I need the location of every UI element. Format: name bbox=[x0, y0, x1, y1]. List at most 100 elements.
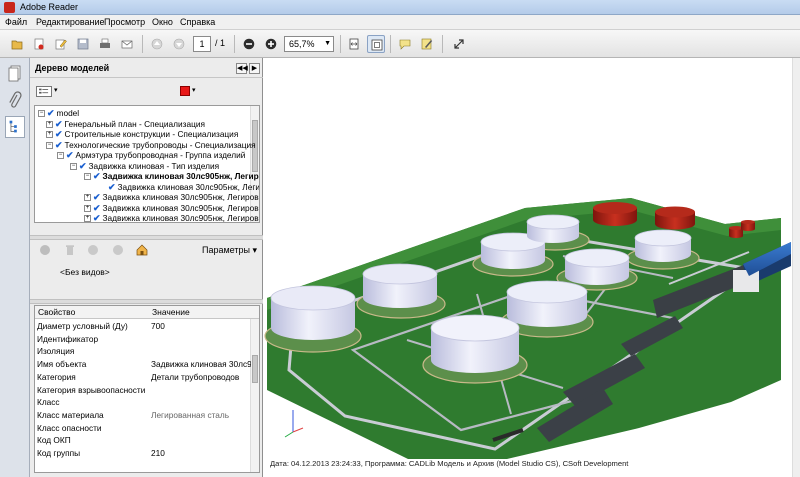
property-row[interactable]: Категория Детали трубопроводов bbox=[35, 371, 252, 383]
collapse-icon[interactable]: − bbox=[70, 162, 77, 170]
open-button[interactable] bbox=[8, 35, 26, 53]
checkbox-check-icon[interactable]: ✔ bbox=[55, 140, 63, 151]
property-row[interactable]: Класс bbox=[35, 396, 252, 408]
status-bar: Дата: 04.12.2013 23:24:33, Программа: CA… bbox=[270, 459, 629, 468]
checkbox-check-icon[interactable]: ✔ bbox=[108, 182, 116, 193]
property-row[interactable]: Имя объекта Задвижка клиновая 30лс9 bbox=[35, 358, 252, 370]
panel-splitter[interactable] bbox=[30, 299, 263, 304]
tree-item[interactable]: − ✔ Технологические трубопроводы - Специал… bbox=[46, 140, 256, 151]
sign-button[interactable] bbox=[418, 35, 436, 53]
paperclip-icon bbox=[9, 91, 22, 108]
expand-icon[interactable]: + bbox=[46, 120, 53, 128]
property-row[interactable]: Класс материала Легированная сталь bbox=[35, 409, 252, 421]
property-row[interactable]: Идентификатор bbox=[35, 333, 252, 345]
view-add-icon[interactable] bbox=[40, 245, 50, 255]
expand-icon[interactable]: + bbox=[46, 131, 53, 139]
tree-item[interactable]: − ✔ model bbox=[38, 108, 79, 119]
property-row[interactable]: Код ОКП bbox=[35, 434, 252, 446]
tree-item-label: Технологические трубопроводы - Специализ… bbox=[64, 139, 256, 150]
color-swatch[interactable] bbox=[180, 86, 190, 96]
zoom-in-button[interactable] bbox=[262, 35, 280, 53]
menu-help[interactable]: Справка bbox=[180, 17, 215, 27]
create-pdf-button[interactable] bbox=[30, 35, 48, 53]
folder-open-icon bbox=[11, 40, 23, 50]
menu-view[interactable]: Просмотр bbox=[104, 17, 145, 27]
tree-item[interactable]: + ✔ Задвижка клиновая 30лс905нж, Легиров bbox=[84, 203, 259, 214]
checkbox-check-icon[interactable]: ✔ bbox=[93, 203, 101, 214]
collapse-icon[interactable]: − bbox=[38, 110, 45, 118]
tree-item[interactable]: ✔Задвижка клиновая 30лс905нж, Легирова bbox=[98, 182, 259, 193]
save-icon bbox=[77, 38, 89, 50]
pages-panel-button[interactable] bbox=[5, 62, 25, 84]
fit-page-button[interactable] bbox=[367, 35, 385, 53]
checkbox-check-icon[interactable]: ✔ bbox=[55, 129, 63, 140]
parameters-menu[interactable]: Параметры ▾ bbox=[202, 245, 257, 256]
print-icon bbox=[100, 38, 110, 48]
tree-item[interactable]: − ✔ Армэтура трубопроводная - Группа издел… bbox=[57, 150, 245, 161]
attachments-panel-button[interactable] bbox=[5, 90, 25, 112]
tree-item-label: Строительные конструкции - Специализация bbox=[64, 129, 239, 139]
tree-item[interactable]: + ✔ Задвижка клиновая 30лс905нж, Легиров bbox=[84, 192, 259, 203]
tree-view-dropdown[interactable] bbox=[36, 86, 52, 97]
expand-icon[interactable]: + bbox=[84, 215, 91, 222]
viewport-scrollbar[interactable] bbox=[792, 58, 800, 477]
checkbox-check-icon[interactable]: ✔ bbox=[93, 192, 101, 203]
expand-icon[interactable]: + bbox=[84, 204, 91, 212]
previous-page-button[interactable] bbox=[148, 35, 166, 53]
tree-item[interactable]: − ✔ Задвижка клиновая - Тип изделия bbox=[70, 161, 219, 172]
menu-edit[interactable]: Редактирование bbox=[36, 17, 105, 27]
tree-item[interactable]: − ✔ Задвижка клиновая 30лс905нж, Легирова bbox=[84, 171, 259, 182]
menu-bar: Файл Редактирование Просмотр Окно Справк… bbox=[0, 15, 800, 30]
collapse-panel-button[interactable]: ◀◀ bbox=[236, 63, 248, 74]
checkbox-check-icon[interactable]: ✔ bbox=[93, 213, 101, 222]
email-button[interactable] bbox=[118, 35, 136, 53]
checkbox-check-icon[interactable]: ✔ bbox=[66, 150, 74, 161]
checkbox-check-icon[interactable]: ✔ bbox=[55, 119, 63, 130]
views-empty-label: <Без видов> bbox=[60, 267, 110, 277]
page-number-input[interactable]: 1 bbox=[193, 36, 211, 52]
menu-file[interactable]: Файл bbox=[5, 17, 27, 27]
property-row[interactable]: Диаметр условный (Ду) 700 bbox=[35, 320, 252, 332]
checkbox-check-icon[interactable]: ✔ bbox=[93, 171, 101, 182]
arrow-up-circle-icon bbox=[151, 38, 163, 50]
panel-title: Дерево моделей bbox=[35, 63, 110, 73]
model-tree-panel-button[interactable] bbox=[5, 116, 25, 138]
tree-item-label: Задвижка клиновая 30лс905нж, Легиров bbox=[102, 213, 259, 223]
print-button[interactable] bbox=[96, 35, 114, 53]
home-icon[interactable] bbox=[136, 244, 148, 256]
zoom-out-button[interactable] bbox=[240, 35, 258, 53]
chevron-down-icon: ▼ bbox=[324, 40, 331, 47]
scroll-thumb[interactable] bbox=[252, 355, 258, 383]
property-row[interactable]: Код группы 210 bbox=[35, 447, 252, 459]
parameters-label: Параметры bbox=[202, 245, 250, 255]
comment-button[interactable] bbox=[396, 35, 414, 53]
edit-button[interactable] bbox=[52, 35, 70, 53]
zoom-level-select[interactable]: 65,7% ▼ bbox=[284, 36, 334, 52]
collapse-icon[interactable]: − bbox=[57, 152, 64, 160]
3d-scene bbox=[264, 198, 791, 459]
menu-window[interactable]: Окно bbox=[152, 17, 173, 27]
panel-splitter[interactable] bbox=[30, 235, 263, 240]
collapse-icon[interactable]: − bbox=[84, 173, 91, 181]
property-value: Задвижка клиновая 30лс9 bbox=[151, 359, 251, 370]
fit-width-button[interactable] bbox=[345, 35, 363, 53]
expand-button[interactable] bbox=[450, 35, 468, 53]
checkbox-check-icon[interactable]: ✔ bbox=[79, 161, 87, 172]
checkbox-check-icon[interactable]: ✔ bbox=[47, 108, 55, 119]
views-toolbar: Параметры ▾ bbox=[30, 241, 263, 259]
3d-model-viewport[interactable] bbox=[263, 58, 800, 477]
save-button[interactable] bbox=[74, 35, 92, 53]
next-page-button[interactable] bbox=[170, 35, 188, 53]
property-row[interactable]: Изоляция bbox=[35, 345, 252, 357]
property-row[interactable]: Класс опасности bbox=[35, 422, 252, 434]
collapse-icon[interactable]: − bbox=[46, 141, 53, 149]
options-button[interactable]: ▶ bbox=[249, 63, 260, 74]
tree-item[interactable]: + ✔ Генеральный план - Специализация bbox=[46, 119, 205, 130]
tree-item[interactable]: + ✔ Задвижка клиновая 30лс905нж, Легиров bbox=[84, 213, 259, 223]
expand-icon[interactable]: + bbox=[84, 194, 91, 202]
tree-item[interactable]: + ✔ Строительные конструкции - Специализац… bbox=[46, 129, 238, 140]
view-back-icon[interactable] bbox=[88, 245, 98, 255]
property-row[interactable]: Категория взрывоопасности bbox=[35, 384, 252, 396]
view-forward-icon[interactable] bbox=[113, 245, 123, 255]
trash-icon[interactable] bbox=[65, 244, 75, 256]
